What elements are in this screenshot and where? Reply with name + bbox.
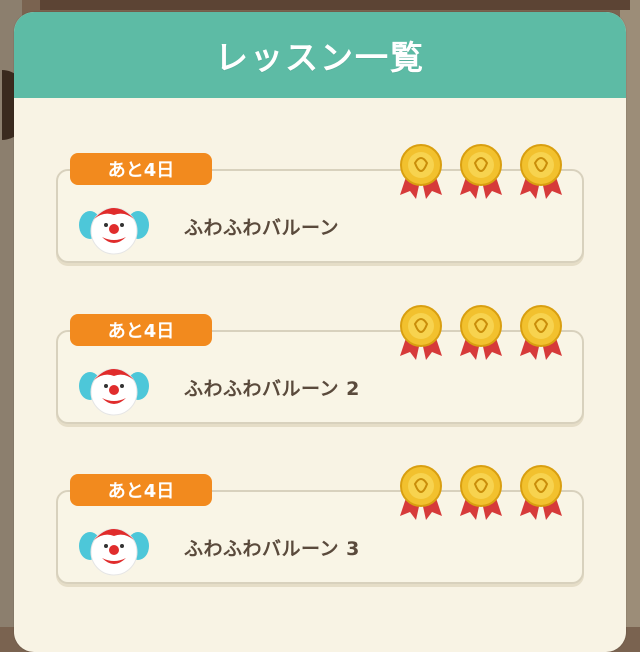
- medal-icon: [460, 465, 502, 520]
- lesson-name: ふわふわバルーン 3: [184, 538, 360, 560]
- medal-icon: [520, 305, 562, 360]
- clown-icon: [79, 207, 149, 255]
- medal-icon: [520, 465, 562, 520]
- medal-group: [398, 141, 578, 201]
- medal-icon: [400, 144, 442, 199]
- clown-icon: [79, 368, 149, 416]
- medal-icon: [520, 144, 562, 199]
- days-left-badge: あと4日: [70, 474, 212, 506]
- medal-icon: [400, 465, 442, 520]
- days-left-badge: あと4日: [70, 153, 212, 185]
- lesson-list-panel: レッスン一覧 あと4日 ふわふわバルーン あと4日 ふわふわバルーン 2 あと4…: [14, 12, 626, 652]
- page-title: レッスン一覧: [215, 38, 425, 77]
- lesson-item[interactable]: あと4日 ふわふわバルーン 3: [56, 465, 584, 584]
- days-left-badge: あと4日: [70, 314, 212, 346]
- medal-group: [398, 462, 578, 522]
- medal-group: [398, 302, 578, 362]
- background-top: [40, 0, 630, 10]
- medal-icon: [460, 305, 502, 360]
- lesson-name: ふわふわバルーン 2: [184, 378, 360, 400]
- lesson-item[interactable]: あと4日 ふわふわバルーン: [56, 144, 584, 263]
- panel-header: レッスン一覧: [14, 12, 626, 98]
- medal-icon: [400, 305, 442, 360]
- medal-icon: [460, 144, 502, 199]
- clown-icon: [79, 528, 149, 576]
- lesson-item[interactable]: あと4日 ふわふわバルーン 2: [56, 305, 584, 424]
- lesson-name: ふわふわバルーン: [184, 217, 340, 239]
